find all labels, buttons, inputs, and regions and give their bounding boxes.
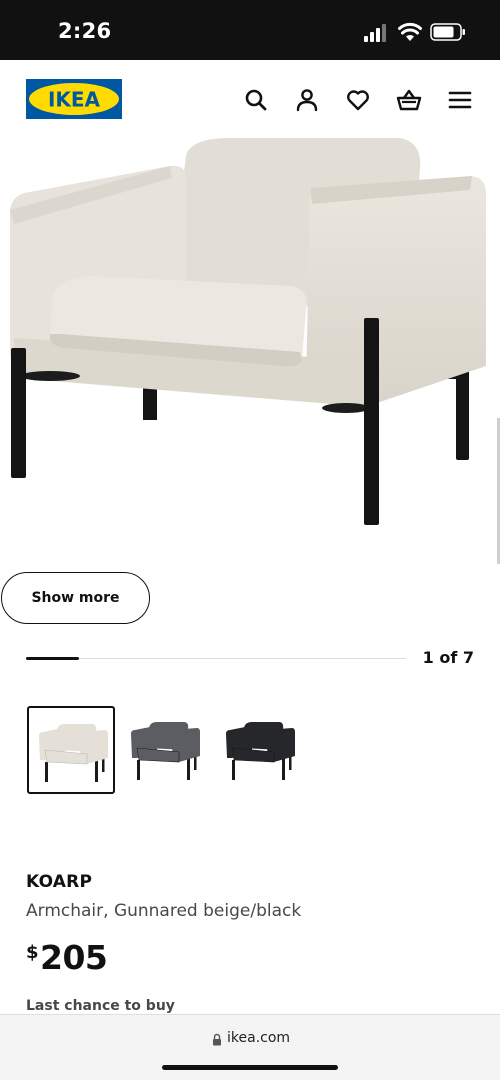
battery-icon <box>430 23 465 41</box>
wifi-icon <box>398 22 422 41</box>
heart-icon[interactable] <box>345 87 371 113</box>
menu-icon[interactable] <box>447 87 473 113</box>
price-currency: $ <box>26 942 39 963</box>
product-description: Armchair, Gunnared beige/black <box>26 901 302 921</box>
lock-icon <box>213 1033 221 1046</box>
gallery-progress <box>26 657 406 660</box>
account-icon[interactable] <box>294 87 320 113</box>
url-text: ikea.com <box>227 1030 291 1046</box>
show-more-button[interactable]: Show more <box>1 572 150 624</box>
cart-icon[interactable] <box>396 87 422 113</box>
search-icon[interactable] <box>243 87 269 113</box>
variant-thumbnail[interactable] <box>27 706 115 794</box>
price-value: 205 <box>40 938 108 977</box>
variant-image <box>131 722 200 780</box>
armchair-illustration <box>10 138 487 525</box>
variant-thumbnail[interactable] <box>216 706 304 794</box>
site-header: IKEA <box>0 60 500 138</box>
product-name: KOARP <box>26 872 93 892</box>
product-image[interactable] <box>0 138 500 558</box>
status-time: 2:26 <box>58 19 112 43</box>
availability-notice: Last chance to buy <box>26 998 175 1014</box>
gallery-progress-fill <box>26 657 80 660</box>
ikea-logo[interactable]: IKEA <box>26 79 122 119</box>
signal-icon <box>364 24 386 42</box>
variant-image <box>39 724 108 782</box>
logo-text: IKEA <box>48 88 101 112</box>
variant-image <box>226 722 295 780</box>
browser-address-bar[interactable]: ikea.com <box>0 1014 500 1080</box>
variant-thumbnail[interactable] <box>121 706 209 794</box>
status-bar: 2:26 <box>0 0 500 60</box>
gallery-counter: 1 of 7 <box>422 648 474 667</box>
home-indicator <box>162 1065 338 1070</box>
